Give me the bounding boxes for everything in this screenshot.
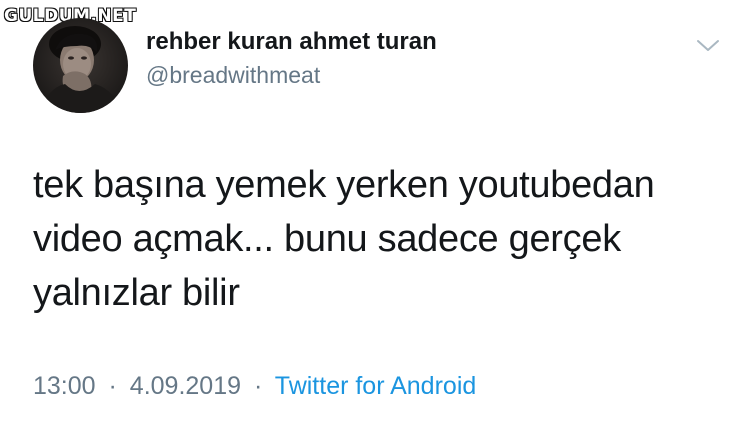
tweet-source-link[interactable]: Twitter for Android (275, 372, 476, 400)
tweet-text: tek başına yemek yerken youtubedan video… (33, 158, 723, 320)
tweet-date[interactable]: 4.09.2019 (130, 372, 241, 400)
avatar[interactable] (33, 18, 128, 113)
tweet-text-line: video açmak... bunu sadece gerçek (33, 218, 621, 260)
separator: · (253, 372, 263, 400)
display-name[interactable]: rehber kuran ahmet turan (146, 28, 437, 56)
tweet-time[interactable]: 13:00 (33, 372, 96, 400)
tweet-meta: 13:00 · 4.09.2019 · Twitter for Android (33, 372, 476, 401)
tweet-text-line: yalnızlar bilir (33, 272, 240, 314)
tweet-card: GULDUM.NET rehber kuran ahmet turan @bre… (0, 0, 750, 434)
chevron-down-icon[interactable] (695, 38, 721, 54)
user-handle[interactable]: @breadwithmeat (146, 62, 320, 89)
tweet-text-line: tek başına yemek yerken youtubedan (33, 164, 655, 206)
separator: · (108, 372, 117, 400)
profile-photo-icon (41, 26, 121, 113)
